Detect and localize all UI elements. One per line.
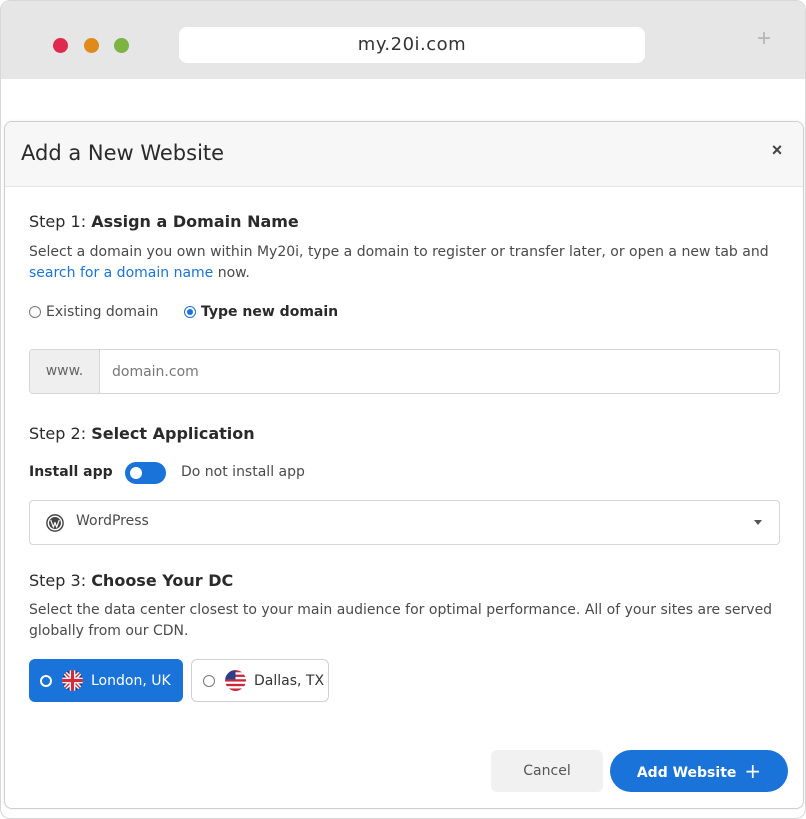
dc-london-button[interactable]: London, UK — [29, 659, 183, 702]
do-not-install-label: Do not install app — [181, 464, 305, 480]
step3-description: Select the data center closest to your m… — [29, 602, 773, 639]
domain-input-group: www. — [29, 349, 780, 394]
dc-dallas-button[interactable]: Dallas, TX — [191, 659, 329, 702]
browser-toolbar: my.20i.com + — [1, 1, 805, 79]
application-select[interactable]: WordPress — [29, 500, 780, 545]
add-website-label: Add Website — [636, 765, 737, 781]
chevron-down-icon — [754, 520, 762, 525]
search-domain-link[interactable]: search for a domain name — [29, 265, 213, 281]
existing-domain-label: Existing domain — [46, 304, 159, 320]
toggle-knob — [130, 467, 142, 479]
step3-heading: Step 3: Choose Your DC — [29, 571, 233, 590]
dc-london-radio[interactable] — [40, 674, 52, 687]
install-app-toggle[interactable] — [125, 462, 166, 484]
us-flag-icon — [225, 670, 246, 691]
step1-description-text: Select a domain you own within My20i, ty… — [29, 244, 769, 260]
dc-dallas-radio[interactable] — [203, 674, 215, 687]
add-website-modal: Add a New Website × Step 1: Assign a Dom… — [4, 121, 804, 809]
minimize-window-dot[interactable] — [84, 38, 99, 53]
plus-icon: + — [744, 759, 762, 783]
add-website-button[interactable]: Add Website + — [610, 750, 788, 792]
step2-title: Select Application — [91, 424, 255, 443]
step1-title: Assign a Domain Name — [91, 212, 299, 231]
step1-description-end: now. — [213, 265, 250, 281]
wordpress-icon — [46, 514, 64, 532]
step1-heading: Step 1: Assign a Domain Name — [29, 212, 299, 231]
step3-title: Choose Your DC — [91, 571, 234, 590]
step1-prefix: Step 1: — [29, 212, 87, 231]
www-prefix: www. — [30, 350, 100, 393]
new-tab-icon[interactable]: + — [753, 25, 775, 53]
close-window-dot[interactable] — [53, 38, 68, 53]
existing-domain-radio[interactable] — [29, 306, 41, 318]
step3-prefix: Step 3: — [29, 571, 87, 590]
address-bar[interactable]: my.20i.com — [179, 27, 645, 63]
maximize-window-dot[interactable] — [114, 38, 129, 53]
modal-header: Add a New Website × — [5, 122, 803, 187]
browser-window: my.20i.com + Add a New Website × Step 1:… — [0, 0, 806, 819]
cancel-button[interactable]: Cancel — [491, 750, 603, 792]
domain-field[interactable] — [100, 350, 779, 393]
install-app-label: Install app — [29, 464, 113, 480]
selected-app: WordPress — [76, 513, 149, 529]
type-new-domain-radio[interactable] — [184, 306, 196, 318]
type-new-domain-option[interactable]: Type new domain — [184, 304, 338, 320]
dc-london-label: London, UK — [91, 672, 171, 689]
step2-prefix: Step 2: — [29, 424, 87, 443]
step1-description: Select a domain you own within My20i, ty… — [29, 242, 779, 284]
dc-dallas-label: Dallas, TX — [254, 672, 325, 689]
type-new-domain-label: Type new domain — [201, 304, 339, 320]
existing-domain-option[interactable]: Existing domain — [29, 304, 158, 320]
close-icon[interactable]: × — [769, 140, 785, 160]
step2-heading: Step 2: Select Application — [29, 424, 255, 443]
uk-flag-icon — [62, 670, 83, 691]
modal-title: Add a New Website — [21, 141, 225, 165]
